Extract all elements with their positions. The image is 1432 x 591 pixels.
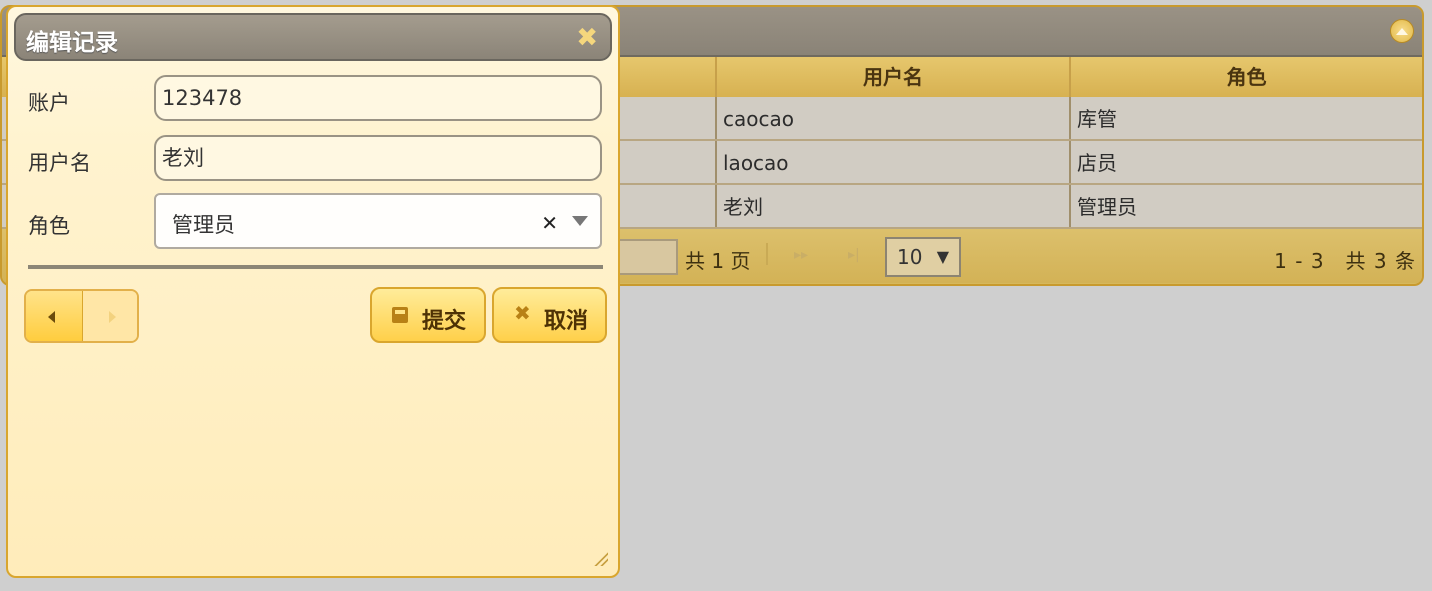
- account-field[interactable]: 123478: [154, 75, 602, 121]
- divider: [28, 265, 603, 269]
- cell-role: 管理员: [1069, 185, 1422, 227]
- pager-info: 1 - 3 共 3 条: [1274, 249, 1416, 273]
- close-icon[interactable]: ✖: [576, 25, 598, 51]
- submit-label: 提交: [422, 309, 467, 334]
- page-number-input[interactable]: [614, 239, 678, 275]
- cancel-label: 取消: [544, 309, 589, 334]
- role-select-value: 管理员: [172, 213, 235, 237]
- submit-button[interactable]: 提交: [370, 287, 486, 343]
- cell-role: 店员: [1069, 141, 1422, 183]
- column-header-role[interactable]: 角色: [1069, 57, 1422, 97]
- resize-handle[interactable]: [594, 552, 608, 566]
- clear-icon[interactable]: ✕: [541, 211, 558, 235]
- dialog-titlebar[interactable]: 编辑记录 ✖: [14, 13, 612, 61]
- role-label: 角色: [28, 214, 70, 238]
- save-icon: [392, 307, 408, 323]
- column-header-username[interactable]: 用户名: [715, 57, 1069, 97]
- next-page-icon[interactable]: ▸▸: [794, 247, 808, 263]
- next-record-button[interactable]: [83, 291, 137, 341]
- account-label: 账户: [28, 91, 70, 115]
- role-select[interactable]: 管理员 ✕: [154, 193, 602, 249]
- cell-username: 老刘: [715, 185, 1069, 227]
- page-total: 共 1 页: [685, 249, 751, 273]
- record-navigation: [24, 289, 139, 343]
- username-field[interactable]: 老刘: [154, 135, 602, 181]
- cell-username: laocao: [715, 141, 1069, 183]
- edit-record-dialog: 编辑记录 ✖ 账户 123478 用户名 老刘 角色 管理员 ✕ 提交 ✖ 取消: [6, 5, 620, 578]
- cell-role: 库管: [1069, 97, 1422, 139]
- prev-record-icon: [48, 311, 55, 323]
- pager-separator: [766, 243, 768, 265]
- chevron-down-icon[interactable]: [572, 216, 588, 226]
- page-size-value: 10: [897, 245, 923, 269]
- cancel-button[interactable]: ✖ 取消: [492, 287, 607, 343]
- dialog-title: 编辑记录: [26, 30, 118, 56]
- dropdown-arrow-icon: ▼: [936, 247, 949, 266]
- next-record-icon: [109, 311, 116, 323]
- last-page-icon[interactable]: ▸|: [848, 247, 860, 263]
- cell-username: caocao: [715, 97, 1069, 139]
- collapse-icon[interactable]: [1390, 19, 1414, 43]
- username-label: 用户名: [28, 151, 91, 175]
- prev-record-button[interactable]: [26, 291, 84, 341]
- page-size-select[interactable]: 10 ▼: [885, 237, 961, 277]
- cancel-icon: ✖: [514, 301, 531, 325]
